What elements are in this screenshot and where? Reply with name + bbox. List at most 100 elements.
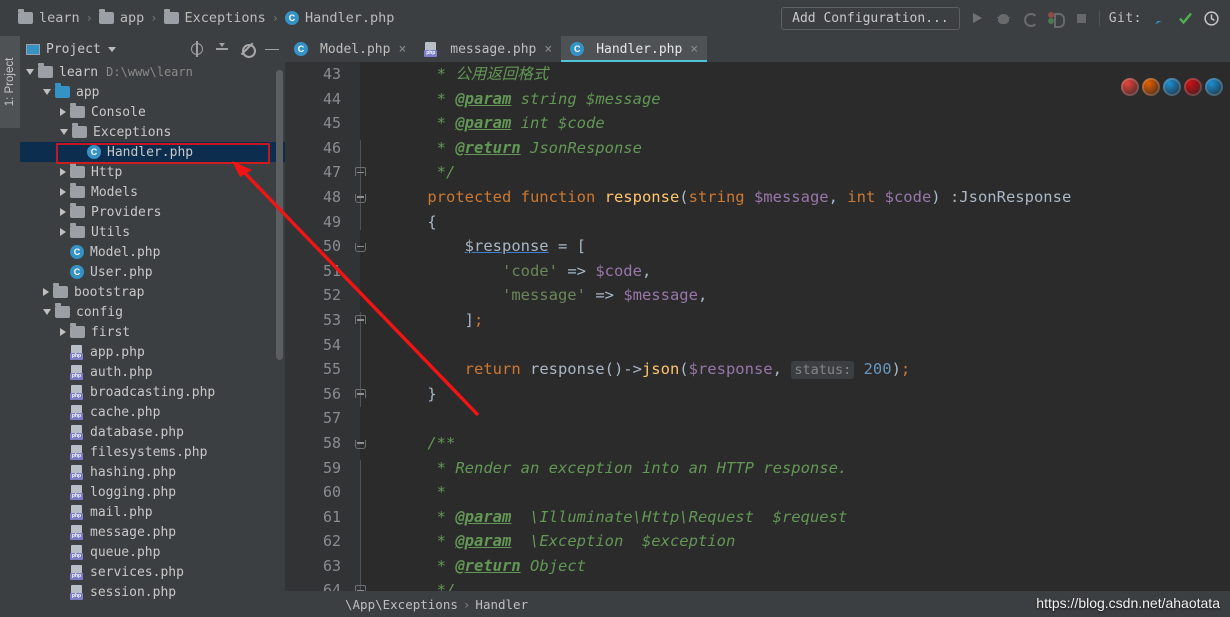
- editor-breadcrumb-part[interactable]: Handler: [475, 597, 528, 612]
- close-tab-icon[interactable]: ×: [544, 42, 552, 57]
- expand-arrow-closed-icon[interactable]: [60, 228, 66, 236]
- git-label: Git:: [1108, 10, 1142, 26]
- code-text: */: [390, 163, 456, 182]
- tree-scrollbar[interactable]: [276, 70, 283, 360]
- expand-arrow-closed-icon[interactable]: [60, 328, 66, 336]
- settings-gear-icon[interactable]: [240, 42, 256, 58]
- breadcrumb-item-learn[interactable]: learn: [18, 9, 80, 26]
- line-number: 60: [322, 483, 341, 502]
- safari-icon[interactable]: [1163, 78, 1181, 96]
- project-panel-title-group[interactable]: Project: [26, 42, 116, 57]
- commit-icon[interactable]: [1177, 10, 1194, 27]
- php-file-icon: php: [70, 464, 84, 480]
- breadcrumb-item-app[interactable]: app: [98, 9, 144, 26]
- code-text: 'message' => $message,: [501, 286, 708, 305]
- project-tree[interactable]: learn D:\www\learn app Console Exceptions C Ha…: [20, 62, 285, 617]
- watermark-text: https://blog.csdn.net/ahaotata: [1036, 595, 1220, 611]
- tree-item-session-php[interactable]: php session.php: [20, 582, 285, 602]
- tree-item-database-php[interactable]: php database.php: [20, 422, 285, 442]
- tree-item-app[interactable]: app: [20, 82, 285, 102]
- tree-item-app-php[interactable]: php app.php: [20, 342, 285, 362]
- folder-icon: [72, 123, 87, 138]
- tree-item-filesystems-php[interactable]: php filesystems.php: [20, 442, 285, 462]
- code-fold-toggle[interactable]: [355, 241, 366, 253]
- code-line: 46 * @return JsonResponse: [285, 136, 1230, 161]
- editor-tab-message-php[interactable]: php message.php ×: [415, 36, 561, 62]
- tree-item-utils[interactable]: Utils: [20, 222, 285, 242]
- tree-item-first[interactable]: first: [20, 322, 285, 342]
- run-icon[interactable]: [969, 10, 986, 27]
- tree-item-exceptions[interactable]: Exceptions: [20, 122, 285, 142]
- editor-tab-model-php[interactable]: C Model.php ×: [285, 36, 415, 62]
- tree-item-http[interactable]: Http: [20, 162, 285, 182]
- chevron-down-icon[interactable]: [107, 46, 116, 52]
- breadcrumb-item-handler-php[interactable]: C Handler.php: [285, 10, 394, 26]
- folder-icon: [18, 9, 33, 24]
- code-text: * @param \Exception $exception: [390, 532, 736, 551]
- tree-item-broadcasting-php[interactable]: php broadcasting.php: [20, 382, 285, 402]
- code-fold-toggle[interactable]: [355, 167, 366, 178]
- tree-item-hashing-php[interactable]: php hashing.php: [20, 462, 285, 482]
- expand-arrow-closed-icon[interactable]: [60, 168, 66, 176]
- tree-item-user-php[interactable]: C User.php: [20, 262, 285, 282]
- close-tab-icon[interactable]: ×: [690, 42, 698, 57]
- php-file-icon: php: [70, 424, 84, 440]
- tree-item-model-php[interactable]: C Model.php: [20, 242, 285, 262]
- tree-item-message-php[interactable]: php message.php: [20, 522, 285, 542]
- tree-item-bootstrap[interactable]: bootstrap: [20, 282, 285, 302]
- editor-tab-handler-php[interactable]: C Handler.php ×: [561, 36, 708, 62]
- tree-item-cache-php[interactable]: php cache.php: [20, 402, 285, 422]
- tool-window-tab-project[interactable]: 1: Project: [0, 36, 20, 128]
- code-fold-toggle[interactable]: [355, 314, 366, 326]
- coverage-icon[interactable]: [1021, 10, 1038, 27]
- tree-item-providers[interactable]: Providers: [20, 202, 285, 222]
- expand-arrow-open-icon[interactable]: [60, 129, 68, 135]
- code-fold-toggle[interactable]: [355, 192, 366, 203]
- opera-icon[interactable]: [1184, 78, 1202, 96]
- expand-arrow-closed-icon[interactable]: [43, 288, 49, 296]
- tree-item-models[interactable]: Models: [20, 182, 285, 202]
- expand-arrow-closed-icon[interactable]: [60, 208, 66, 216]
- tree-item-logging-php[interactable]: php logging.php: [20, 482, 285, 502]
- code-editor[interactable]: 43 * 公用返回格式 44 * @param string $message 45…: [285, 62, 1230, 591]
- tree-item-console[interactable]: Console: [20, 102, 285, 122]
- add-configuration-button[interactable]: Add Configuration...: [781, 6, 960, 30]
- scroll-from-source-icon[interactable]: [190, 41, 204, 57]
- debug-icon[interactable]: [995, 10, 1012, 27]
- breadcrumb-label: Exceptions: [184, 10, 266, 26]
- tree-item-services-php[interactable]: php services.php: [20, 562, 285, 582]
- code-line: 57: [285, 406, 1230, 431]
- tree-item-label: Console: [91, 104, 146, 120]
- project-panel-title: Project: [46, 41, 101, 57]
- line-number: 61: [322, 507, 341, 526]
- expand-arrow-open-icon[interactable]: [26, 69, 34, 75]
- firefox-icon[interactable]: [1142, 78, 1160, 96]
- tree-item-auth-php[interactable]: php auth.php: [20, 362, 285, 382]
- tree-item-mail-php[interactable]: php mail.php: [20, 502, 285, 522]
- code-line: 44 * @param string $message: [285, 87, 1230, 112]
- editor-breadcrumb-part[interactable]: \App\Exceptions: [345, 597, 458, 612]
- tree-item-queue-php[interactable]: php queue.php: [20, 542, 285, 562]
- tree-item-config[interactable]: config: [20, 302, 285, 322]
- breadcrumb-item-exceptions[interactable]: Exceptions: [163, 9, 266, 26]
- tree-item-label: bootstrap: [74, 284, 145, 300]
- chrome-icon[interactable]: [1121, 78, 1139, 96]
- close-tab-icon[interactable]: ×: [398, 42, 406, 57]
- tree-item-handler-php[interactable]: C Handler.php: [20, 142, 285, 162]
- tree-item-learn[interactable]: learn D:\www\learn: [20, 62, 285, 82]
- folder-icon: [55, 83, 70, 98]
- expand-arrow-open-icon[interactable]: [43, 309, 51, 315]
- collapse-all-icon[interactable]: [215, 42, 229, 56]
- update-project-icon[interactable]: [1151, 10, 1168, 27]
- expand-arrow-closed-icon[interactable]: [60, 108, 66, 116]
- history-icon[interactable]: [1203, 10, 1220, 27]
- expand-arrow-open-icon[interactable]: [43, 89, 51, 95]
- editor-breadcrumb[interactable]: \App\Exceptions › Handler: [345, 597, 528, 612]
- code-fold-toggle[interactable]: [355, 438, 366, 449]
- hide-panel-icon[interactable]: [265, 42, 279, 56]
- code-fold-toggle[interactable]: [355, 388, 366, 400]
- profile-icon[interactable]: [1047, 10, 1065, 28]
- edge-icon[interactable]: [1205, 78, 1223, 96]
- php-file-icon: php: [70, 584, 84, 600]
- expand-arrow-closed-icon[interactable]: [60, 188, 66, 196]
